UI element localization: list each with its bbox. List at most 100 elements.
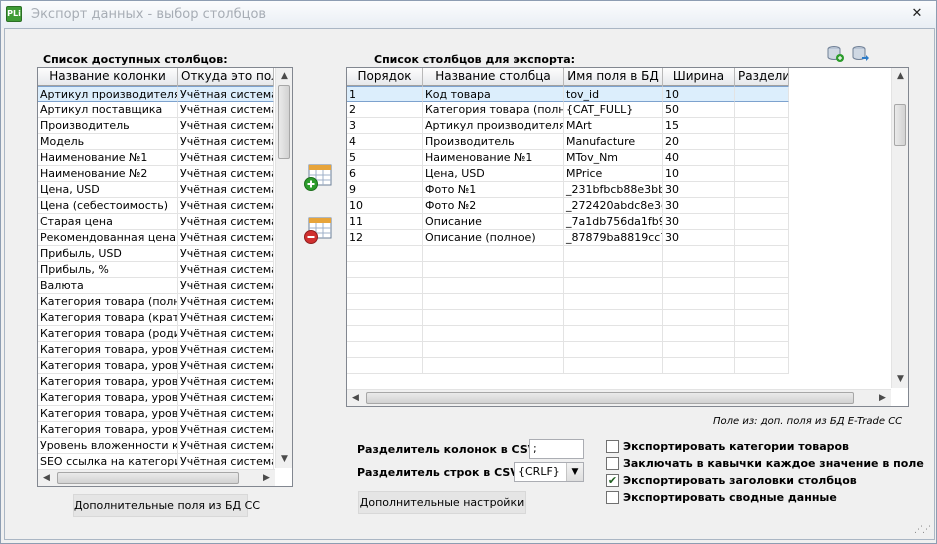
table-row[interactable]: 1 Код товара tov_id 10 [347, 86, 789, 102]
available-vertical-scrollbar[interactable]: ▲ ▼ [275, 68, 292, 468]
table-row[interactable]: Категория товара (полная)Учётная система [38, 294, 274, 310]
column-header[interactable]: Раздели [735, 68, 789, 86]
column-header[interactable]: Порядок [347, 68, 423, 86]
scroll-right-arrow-icon[interactable]: ▶ [258, 470, 275, 486]
table-row[interactable]: 6 Цена, USD MPrice 10 [347, 166, 789, 182]
table-cell [663, 278, 735, 294]
scroll-down-arrow-icon[interactable]: ▼ [892, 371, 908, 388]
export-vertical-scrollbar[interactable]: ▲ ▼ [891, 68, 908, 388]
table-cell: Учётная система [178, 214, 274, 230]
column-header[interactable]: Название столбца [423, 68, 564, 86]
more-settings-button[interactable]: Дополнительные настройки [358, 491, 526, 514]
scroll-left-arrow-icon[interactable]: ◀ [347, 390, 364, 406]
table-row[interactable]: 10Фото №2_272420abdc8e3cab30 [347, 198, 789, 214]
option-checkbox-3[interactable]: Экспортировать сводные данные [606, 489, 837, 505]
scroll-up-arrow-icon[interactable]: ▲ [276, 68, 292, 85]
table-row[interactable]: 3 Артикул производителя MArt 15 [347, 118, 789, 134]
table-cell: 1 [347, 86, 423, 102]
add-column-button[interactable] [303, 162, 333, 192]
available-horizontal-scrollbar[interactable]: ◀ ▶ [38, 469, 275, 486]
scroll-thumb[interactable] [894, 104, 906, 146]
table-row[interactable]: Прибыль, USD Учётная система [38, 246, 274, 262]
table-row[interactable]: Рекомендованная цена Учётная система [38, 230, 274, 246]
table-cell: 5 [347, 150, 423, 166]
table-row[interactable]: Прибыль, % Учётная система [38, 262, 274, 278]
table-row[interactable]: Старая цена Учётная система [38, 214, 274, 230]
table-row[interactable]: Артикул производителя Учётная система [38, 86, 274, 102]
option-checkbox-2[interactable]: ✔ Экспортировать заголовки столбцов [606, 472, 857, 488]
table-cell: Категория товара, уровень [38, 358, 178, 374]
load-layout-button[interactable] [852, 45, 870, 63]
export-columns-grid[interactable]: Порядок Название столбца Имя поля в БД Шири… [346, 67, 909, 407]
table-cell [735, 310, 789, 326]
save-layout-button[interactable] [827, 45, 845, 63]
table-cell: Учётная система [178, 310, 274, 326]
table-row[interactable]: Валюта Учётная система [38, 278, 274, 294]
table-row[interactable]: Категория товара, уровеньУчётная система [38, 390, 274, 406]
available-columns-grid[interactable]: Название колонкиОткуда это поле Артикул … [37, 67, 293, 487]
extra-fields-button[interactable]: Дополнительные поля из БД CC [73, 494, 260, 517]
checkbox[interactable] [606, 456, 619, 470]
table-row[interactable]: Категория товара, уровеньУчётная система [38, 342, 274, 358]
table-row[interactable]: Наименование №2 Учётная система [38, 166, 274, 182]
column-header[interactable]: Название колонки [38, 68, 178, 86]
row-separator-select[interactable]: {CRLF} ▼ [514, 462, 584, 482]
table-cell: Наименование №1 [38, 150, 178, 166]
table-row[interactable]: Наименование №1 Учётная система [38, 150, 274, 166]
column-header[interactable]: Откуда это поле [178, 68, 274, 86]
scroll-left-arrow-icon[interactable]: ◀ [38, 470, 55, 486]
table-row[interactable]: Категория товара, уровеньУчётная система [38, 374, 274, 390]
table-row[interactable]: Категория товара (родитель)Учётная систе… [38, 326, 274, 342]
table-row[interactable]: 4 Производитель Manufacture 20 [347, 134, 789, 150]
table-row[interactable]: Уровень вложенности категорииУчётная сис… [38, 438, 274, 454]
table-cell: Категория товара, уровень [38, 374, 178, 390]
table-row[interactable]: Производитель Учётная система [38, 118, 274, 134]
table-row[interactable]: Категория товара (краткая)Учётная систем… [38, 310, 274, 326]
scroll-up-arrow-icon[interactable]: ▲ [892, 68, 908, 85]
column-header[interactable]: Ширина [663, 68, 735, 86]
empty-row [347, 358, 789, 374]
column-header[interactable]: Имя поля в БД [564, 68, 663, 86]
table-row[interactable]: Артикул поставщика Учётная система [38, 102, 274, 118]
column-separator-input[interactable]: ; [529, 439, 584, 459]
table-cell [347, 326, 423, 342]
export-horizontal-scrollbar[interactable]: ◀ ▶ [347, 389, 891, 406]
export-grid-body: 1 Код товара tov_id 10 2 Категория товара (по… [347, 86, 789, 374]
chevron-down-icon[interactable]: ▼ [566, 463, 583, 481]
checkbox[interactable] [606, 439, 619, 453]
app-logo-icon: PLi [6, 6, 22, 22]
table-cell [735, 86, 789, 102]
scroll-down-arrow-icon[interactable]: ▼ [276, 451, 292, 468]
table-row[interactable]: SEO ссылка на категорию (Учётная система [38, 454, 274, 470]
table-row[interactable]: 2Категория товара (полная){CAT_FULL}50 [347, 102, 789, 118]
scroll-thumb[interactable] [366, 392, 854, 404]
scroll-right-arrow-icon[interactable]: ▶ [874, 390, 891, 406]
table-row[interactable]: Категория товара, уровеньУчётная система [38, 406, 274, 422]
table-row[interactable]: Цена (себестоимость) Учётная система [38, 198, 274, 214]
table-row[interactable]: Категория товара, уровеньУчётная система [38, 358, 274, 374]
table-remove-icon [304, 217, 332, 244]
table-row[interactable]: 9Фото №1_231bfbcb88e3bbfb30 [347, 182, 789, 198]
remove-column-button[interactable] [303, 215, 333, 245]
table-row[interactable]: Цена, USD Учётная система [38, 182, 274, 198]
option-checkbox-0[interactable]: Экспортировать категории товаров [606, 438, 849, 454]
table-cell [347, 342, 423, 358]
resize-grip-icon[interactable]: ⋰⋰ [914, 525, 931, 535]
title-bar[interactable]: PLi Экспорт данных - выбор столбцов ✕ [1, 1, 936, 28]
table-row[interactable]: 12Описание (полное)_87879ba8819cc7cd30 [347, 230, 789, 246]
option-checkbox-1[interactable]: Заключать в кавычки каждое значение в по… [606, 455, 924, 471]
table-cell [735, 342, 789, 358]
table-row[interactable]: Категория товара, уровеньУчётная система [38, 422, 274, 438]
checkbox[interactable]: ✔ [606, 473, 619, 487]
table-cell: Учётная система [178, 438, 274, 454]
table-cell: Описание [423, 214, 564, 230]
checkbox[interactable] [606, 490, 619, 504]
empty-row [347, 294, 789, 310]
scroll-thumb[interactable] [57, 472, 239, 484]
table-row[interactable]: Модель Учётная система [38, 134, 274, 150]
table-row[interactable]: 11Описание_7a1db756da1fb9dc30 [347, 214, 789, 230]
table-cell [347, 278, 423, 294]
scroll-thumb[interactable] [278, 85, 290, 159]
table-row[interactable]: 5 Наименование №1 MTov_Nm 40 [347, 150, 789, 166]
close-button[interactable]: ✕ [910, 7, 924, 21]
